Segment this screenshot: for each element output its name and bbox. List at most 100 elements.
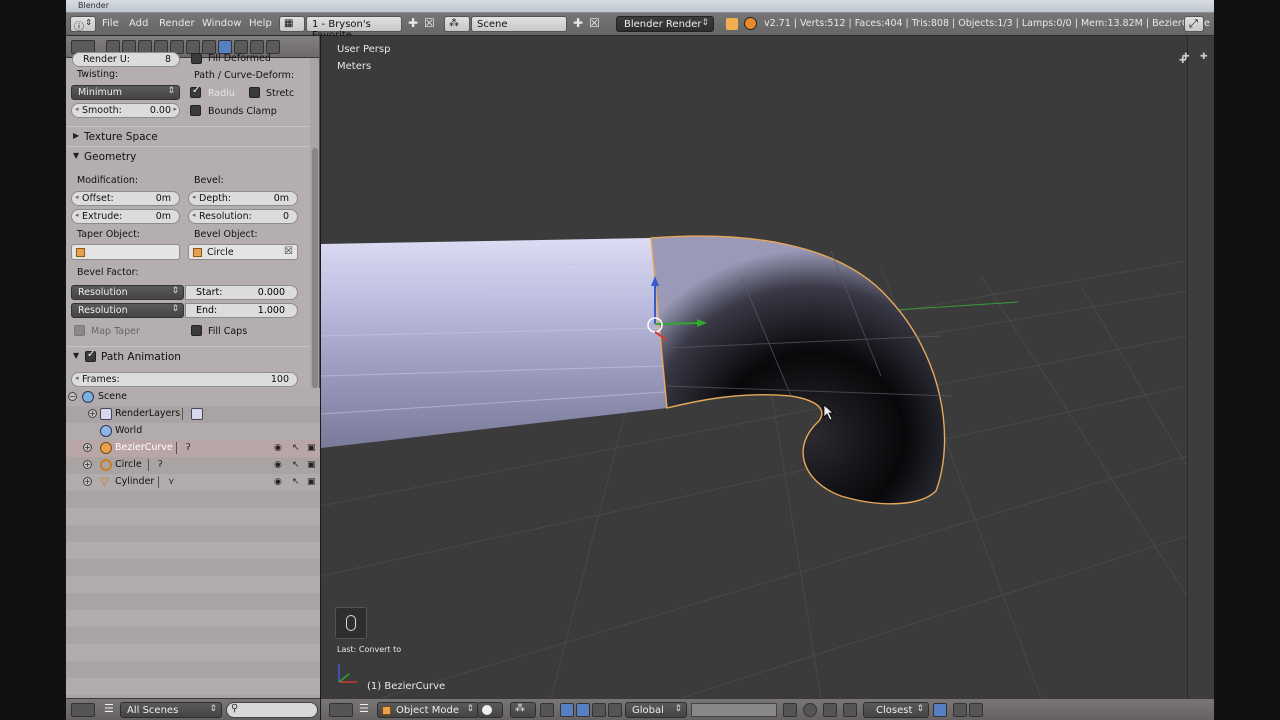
expand-icon[interactable]: + xyxy=(88,409,97,418)
smooth-field[interactable]: ◂ Smooth: 0.00 ▸ xyxy=(71,103,180,118)
camera-render-icon[interactable]: ▣ xyxy=(307,460,316,470)
align-rotation-icon[interactable] xyxy=(933,703,947,717)
region-split-icon[interactable]: ✚ xyxy=(1200,52,1208,62)
collapse-icon[interactable]: − xyxy=(68,392,77,401)
texture-tab-icon[interactable] xyxy=(250,40,264,54)
cursor-select-icon[interactable]: ↖ xyxy=(292,460,300,470)
menu-render[interactable]: Render xyxy=(159,18,195,29)
extrude-field[interactable]: ◂ Extrude: 0m xyxy=(71,209,180,224)
bevel-object-field[interactable]: Circle ☒ xyxy=(188,244,298,260)
expand-icon[interactable]: + xyxy=(83,460,92,469)
proportional-editing-icon[interactable] xyxy=(803,703,817,717)
pivot-point-select[interactable]: ⁂ xyxy=(510,702,536,718)
bevel-factor-end-mapping-select[interactable]: Resolution ⇕ xyxy=(71,303,184,318)
clear-field-icon[interactable]: ☒ xyxy=(284,246,293,257)
bounds-clamp-checkbox[interactable] xyxy=(190,105,201,116)
eye-icon[interactable]: ◉ xyxy=(274,443,282,453)
bevel-start-field[interactable]: Start: 0.000 xyxy=(185,285,298,300)
properties-scrollbar[interactable] xyxy=(310,58,319,388)
render-engine-select[interactable]: Blender Render ⇕ xyxy=(616,16,714,32)
menu-help[interactable]: Help xyxy=(249,18,272,29)
scale-manipulator-icon[interactable] xyxy=(592,703,606,717)
eye-icon[interactable]: ◉ xyxy=(274,477,282,487)
bezier-curve-object[interactable] xyxy=(650,235,946,505)
fill-deformed-checkbox[interactable] xyxy=(191,53,202,64)
curve-data-tab-icon[interactable] xyxy=(218,40,232,54)
menu-hamburger-icon[interactable]: ☰ xyxy=(359,702,369,715)
constraints-tab-icon[interactable] xyxy=(186,40,200,54)
bevel-resolution-field[interactable]: ◂ Resolution: 0 xyxy=(188,209,298,224)
remove-screen-icon[interactable]: ☒ xyxy=(424,16,435,30)
expand-icon[interactable]: + xyxy=(83,477,92,486)
outliner-row-renderlayers[interactable]: + RenderLayers xyxy=(66,406,320,423)
remove-scene-icon[interactable]: ☒ xyxy=(589,16,600,30)
region-split-icon[interactable]: ✚ xyxy=(1182,52,1190,62)
camera-render-icon[interactable]: ▣ xyxy=(307,477,316,487)
twisting-select[interactable]: Minimum ⇕ xyxy=(71,85,180,100)
lock-camera-icon[interactable] xyxy=(783,703,797,717)
frames-field[interactable]: ◂ Frames: 100 xyxy=(71,372,298,387)
3d-viewport[interactable]: User Persp Meters ✚ Last: Convert to (1)… xyxy=(321,36,1187,698)
texture-space-panel-header[interactable]: ▶ Texture Space xyxy=(66,126,310,146)
translate-manipulator-icon[interactable] xyxy=(560,703,574,717)
bevel-factor-start-mapping-select[interactable]: Resolution ⇕ xyxy=(71,285,184,300)
cursor-select-icon[interactable]: ↖ xyxy=(292,477,300,487)
transform-orientation-select[interactable]: Global ⇕ xyxy=(625,702,687,718)
depth-field[interactable]: ◂ Depth: 0m xyxy=(188,191,298,206)
outliner-row-world[interactable]: World xyxy=(66,423,320,440)
scene-field[interactable]: Scene xyxy=(471,16,567,32)
last-operator-label[interactable]: Last: Convert to xyxy=(337,645,401,654)
outliner-row-cylinder[interactable]: + ▽ Cylinder ⋎ ◉ ↖ ▣ xyxy=(66,474,320,491)
mode-select[interactable]: Object Mode ⇕ xyxy=(377,702,479,718)
snap-target-select[interactable]: Closest ⇕ xyxy=(863,702,929,718)
rotate-manipulator-icon[interactable] xyxy=(576,703,590,717)
bevel-end-field[interactable]: End: 1.000 xyxy=(185,303,298,318)
tool-shelf-tab[interactable] xyxy=(335,607,367,639)
path-animation-panel-header[interactable]: ▼ Path Animation xyxy=(66,346,310,366)
camera-render-icon[interactable]: ▣ xyxy=(307,443,316,453)
menu-add[interactable]: Add xyxy=(129,18,148,29)
radius-checkbox[interactable] xyxy=(190,85,201,98)
render-u-field[interactable]: Render U: 8 xyxy=(72,52,180,67)
outliner-row-circle[interactable]: + Circle ʔ ◉ ↖ ▣ xyxy=(66,457,320,474)
opengl-animation-icon[interactable] xyxy=(969,703,983,717)
viewport-properties-region[interactable]: ✚ ✚ xyxy=(1182,36,1214,698)
outliner-display-mode-select[interactable]: All Scenes ⇕ xyxy=(120,702,222,718)
eye-icon[interactable]: ◉ xyxy=(274,460,282,470)
outliner-row-beziercurve[interactable]: + BezierCurve ʔ ◉ ↖ ▣ xyxy=(66,440,320,457)
outliner-search-input[interactable]: ⚲ xyxy=(226,702,318,718)
opengl-render-icon[interactable] xyxy=(953,703,967,717)
fill-caps-checkbox[interactable] xyxy=(191,325,202,336)
screen-layout-browse-button[interactable]: ▦ xyxy=(279,16,305,32)
geometry-panel-header[interactable]: ▼ Geometry xyxy=(66,146,310,166)
scrollbar-thumb[interactable] xyxy=(312,148,318,388)
stretch-checkbox[interactable] xyxy=(249,87,260,98)
menu-file[interactable]: File xyxy=(102,18,119,29)
editor-type-button[interactable]: ⓘ ⇕ xyxy=(70,16,96,33)
snap-toggle-icon[interactable] xyxy=(823,703,837,717)
snap-element-icon[interactable] xyxy=(843,703,857,717)
expand-icon[interactable]: + xyxy=(83,443,92,452)
manipulator-toggle-icon[interactable] xyxy=(540,703,554,717)
layer-buttons[interactable] xyxy=(691,703,777,717)
scene-browse-button[interactable]: ⁂ xyxy=(444,16,470,32)
cursor-select-icon[interactable]: ↖ xyxy=(292,443,300,453)
maximize-editor-button[interactable]: ⤢ xyxy=(1184,16,1204,32)
add-screen-icon[interactable]: ✚ xyxy=(408,16,418,30)
screen-layout-field[interactable]: 1 - Bryson's Favorite xyxy=(306,16,402,41)
editor-type-icon[interactable] xyxy=(71,703,95,717)
menu-window[interactable]: Window xyxy=(202,18,241,29)
viewport-shading-select[interactable] xyxy=(477,702,503,718)
modifiers-tab-icon[interactable] xyxy=(202,40,216,54)
menu-hamburger-icon[interactable]: ☰ xyxy=(104,702,114,715)
outliner-row-scene[interactable]: − Scene xyxy=(66,389,320,406)
physics-tab-icon[interactable] xyxy=(266,40,280,54)
offset-field[interactable]: ◂ Offset: 0m xyxy=(71,191,180,206)
map-taper-checkbox[interactable] xyxy=(74,325,85,336)
taper-object-field[interactable] xyxy=(71,244,180,260)
path-animation-checkbox[interactable] xyxy=(85,349,96,362)
transform-orientation-icon[interactable] xyxy=(608,703,622,717)
add-scene-icon[interactable]: ✚ xyxy=(573,16,583,30)
editor-type-icon[interactable] xyxy=(329,703,353,717)
material-tab-icon[interactable] xyxy=(234,40,248,54)
